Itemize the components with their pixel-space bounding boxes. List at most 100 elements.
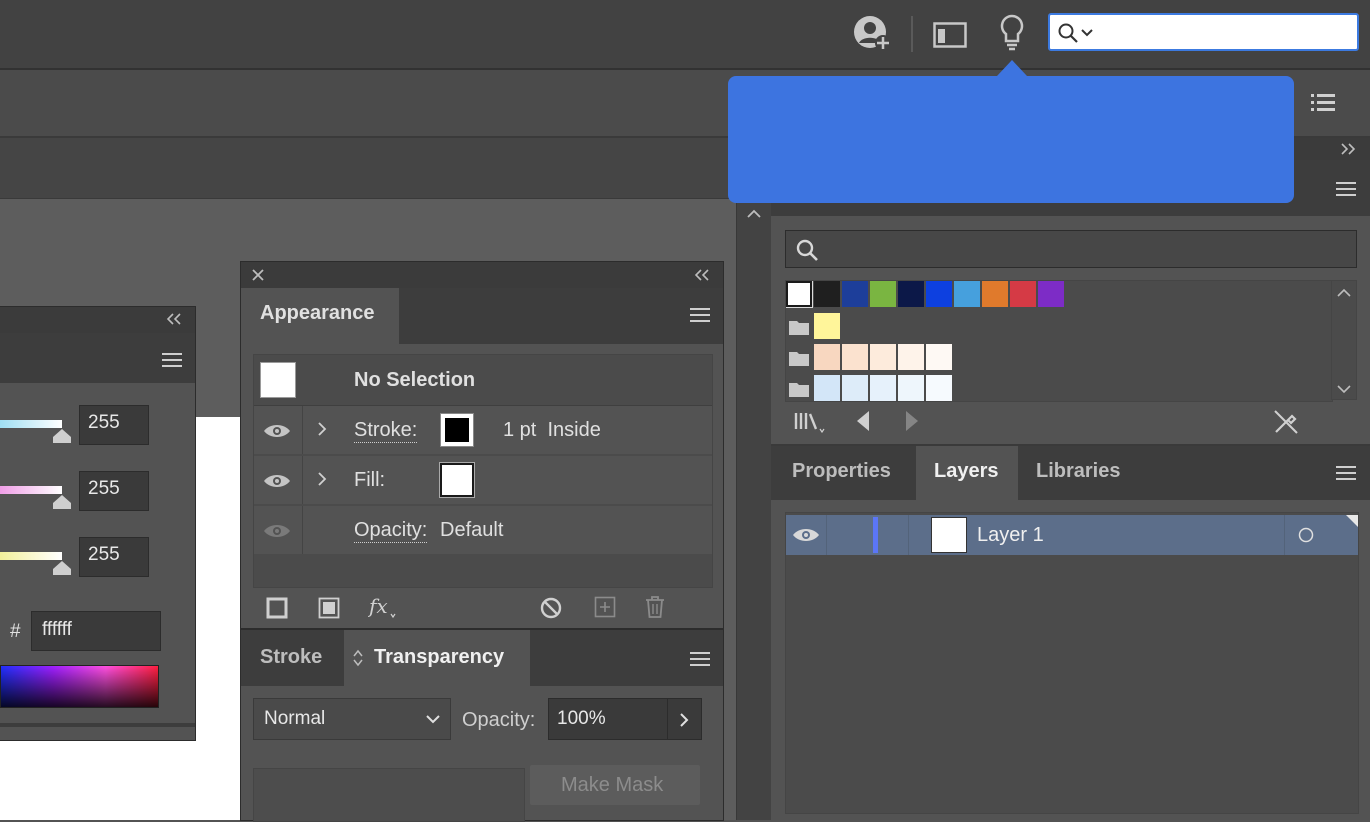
delete-item-icon[interactable] (644, 595, 666, 619)
layer-row[interactable]: Layer 1 (786, 515, 1358, 555)
color-panel-header[interactable] (0, 307, 195, 333)
collapse-icon[interactable] (166, 313, 182, 325)
fill-label[interactable]: Fill: (354, 469, 385, 492)
slider-thumb[interactable] (53, 561, 71, 575)
color-swatch[interactable] (1038, 281, 1064, 307)
panel-menu-icon[interactable] (1336, 466, 1356, 480)
swatch-search-field[interactable] (785, 230, 1357, 268)
previous-library-icon[interactable] (856, 410, 870, 432)
swatch-options-icon[interactable] (1273, 409, 1299, 435)
fill-swatch[interactable] (439, 462, 475, 498)
blend-mode-value: Normal (264, 708, 326, 729)
clear-appearance-icon[interactable] (539, 596, 563, 620)
tab-properties[interactable]: Properties (771, 446, 915, 500)
swatch-row (786, 281, 1086, 309)
expand-chevron-icon[interactable] (317, 471, 327, 487)
user-add-icon[interactable] (853, 15, 893, 53)
hex-value: ffffff (42, 619, 72, 640)
swatch-scrollbar[interactable] (1331, 280, 1357, 400)
color-swatch[interactable] (814, 281, 840, 307)
color-swatch[interactable] (870, 375, 896, 401)
slider-thumb[interactable] (53, 429, 71, 443)
eye-icon[interactable] (263, 523, 291, 539)
add-new-stroke-icon[interactable] (266, 597, 288, 619)
target-circle-icon[interactable] (1298, 527, 1314, 543)
color-swatch[interactable] (814, 375, 840, 401)
color-swatch[interactable] (898, 281, 924, 307)
color-swatch[interactable] (982, 281, 1008, 307)
swatch-grid (785, 280, 1333, 402)
list-menu-icon[interactable] (1311, 94, 1335, 112)
stroke-row[interactable]: Stroke: 1 pt Inside (254, 406, 712, 454)
tab-stroke[interactable]: Stroke (241, 630, 343, 686)
eye-icon[interactable] (263, 423, 291, 439)
tab-layers[interactable]: Layers (916, 446, 1018, 500)
expand-dock-icon[interactable] (1340, 143, 1356, 155)
green-value: 255 (88, 478, 120, 499)
layer-name[interactable]: Layer 1 (977, 524, 1044, 547)
blue-slider[interactable] (0, 552, 62, 560)
collapse-icon[interactable] (694, 269, 710, 281)
tab-appearance[interactable]: Appearance (241, 288, 399, 344)
panel-menu-icon[interactable] (690, 308, 710, 322)
color-swatch[interactable] (842, 375, 868, 401)
add-new-fill-icon[interactable] (318, 597, 340, 619)
color-swatch[interactable] (870, 344, 896, 370)
panel-menu-icon[interactable] (690, 652, 710, 666)
tab-layers-label: Layers (934, 460, 999, 482)
panel-menu-icon[interactable] (162, 353, 182, 367)
color-swatch[interactable] (842, 281, 868, 307)
eye-icon[interactable] (792, 527, 820, 543)
color-swatch[interactable] (926, 344, 952, 370)
eye-icon[interactable] (263, 473, 291, 489)
blend-mode-select[interactable]: Normal (253, 698, 451, 740)
lightbulb-icon[interactable] (1000, 14, 1024, 52)
color-swatch[interactable] (1010, 281, 1036, 307)
swatch-libraries-icon[interactable] (794, 411, 828, 433)
stroke-swatch[interactable] (440, 413, 474, 447)
hex-value-field[interactable]: ffffff (31, 611, 161, 651)
color-swatch[interactable] (926, 375, 952, 401)
opacity-label[interactable]: Opacity: (354, 519, 428, 543)
color-swatch[interactable] (786, 281, 813, 308)
color-swatch[interactable] (870, 281, 896, 307)
green-value-field[interactable]: 255 (79, 471, 149, 511)
chevron-down-icon[interactable] (1337, 384, 1351, 394)
opacity-expand-button[interactable] (667, 698, 702, 740)
workspace-icon[interactable] (933, 22, 967, 48)
opacity-field[interactable]: 100% (548, 698, 668, 740)
stroke-label[interactable]: Stroke: (354, 419, 418, 443)
color-spectrum[interactable] (0, 665, 159, 708)
color-swatch[interactable] (814, 344, 840, 370)
fill-row[interactable]: Fill: (254, 456, 712, 504)
tab-properties-label: Properties (792, 460, 891, 482)
tab-transparency[interactable]: Transparency (344, 630, 530, 686)
tab-libraries[interactable]: Libraries (1019, 446, 1143, 500)
color-swatch[interactable] (898, 375, 924, 401)
color-swatch[interactable] (842, 344, 868, 370)
color-swatch[interactable] (926, 281, 952, 307)
tab-transparency-label: Transparency (374, 646, 505, 668)
green-slider[interactable] (0, 486, 62, 494)
panel-menu-icon[interactable] (1336, 182, 1356, 196)
color-swatch[interactable] (898, 344, 924, 370)
duplicate-item-icon[interactable] (594, 596, 616, 618)
slider-thumb[interactable] (53, 495, 71, 509)
next-library-icon[interactable] (905, 410, 919, 432)
red-value-field[interactable]: 255 (79, 405, 149, 445)
search-field[interactable] (1048, 13, 1359, 51)
color-panel-tabbar (0, 333, 195, 383)
color-swatch[interactable] (814, 313, 840, 339)
artboard-lower[interactable] (0, 740, 250, 820)
chevron-up-icon[interactable] (1337, 288, 1351, 298)
red-slider[interactable] (0, 420, 62, 428)
expand-chevron-icon[interactable] (317, 421, 327, 437)
opacity-row[interactable]: Opacity: Default (254, 506, 712, 554)
blue-value-field[interactable]: 255 (79, 537, 149, 577)
color-swatch[interactable] (954, 281, 980, 307)
appearance-panel-header[interactable] (241, 262, 723, 288)
close-icon[interactable] (252, 269, 264, 281)
fx-effect-icon[interactable]: fx (368, 594, 398, 620)
make-mask-button[interactable]: Make Mask (530, 765, 700, 805)
chevron-up-icon[interactable] (747, 209, 761, 219)
